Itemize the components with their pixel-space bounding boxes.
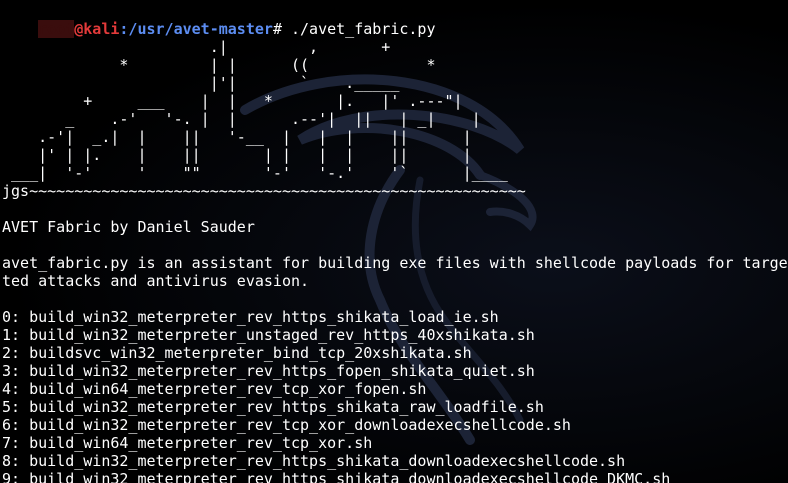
ascii-art-banner: .| , + * | | (( * |'| ` ._____ + ___ | |… [2,38,526,200]
option-item-6: 6: build_win32_meterpreter_rev_tcp_xor_d… [2,416,571,434]
option-item-3: 3: build_win32_meterpreter_rev_https_fop… [2,362,535,380]
option-item-4: 4: build_win64_meterpreter_rev_tcp_xor_f… [2,380,427,398]
option-item-1: 1: build_win32_meterpreter_unstaged_rev_… [2,326,535,344]
option-item-2: 2: buildsvc_win32_meterpreter_bind_tcp_2… [2,344,472,362]
option-item-0: 0: build_win32_meterpreter_rev_https_shi… [2,308,499,326]
prompt-path: :/usr/avet-master [119,20,273,38]
description-line-2: ted attacks and antivirus evasion. [2,272,310,290]
terminal-window[interactable]: root@kali:/usr/avet-master# ./avet_fabri… [0,0,788,483]
option-item-5: 5: build_win32_meterpreter_rev_https_shi… [2,398,544,416]
prompt-host: @kali [74,20,120,38]
description-line-1: avet_fabric.py is an assistant for build… [2,254,788,272]
tool-title: AVET Fabric by Daniel Sauder [2,218,255,236]
option-item-8: 8: build_win32_meterpreter_rev_https_shi… [2,452,626,470]
prompt-symbol: # [272,20,291,38]
prompt-user: root [38,20,75,38]
option-item-9: 9: build_win32_meterpreter_rev_https_shi… [2,470,671,483]
option-item-7: 7: build_win64_meterpreter_rev_tcp_xor.s… [2,434,373,452]
prompt-command: ./avet_fabric.py [291,20,436,38]
